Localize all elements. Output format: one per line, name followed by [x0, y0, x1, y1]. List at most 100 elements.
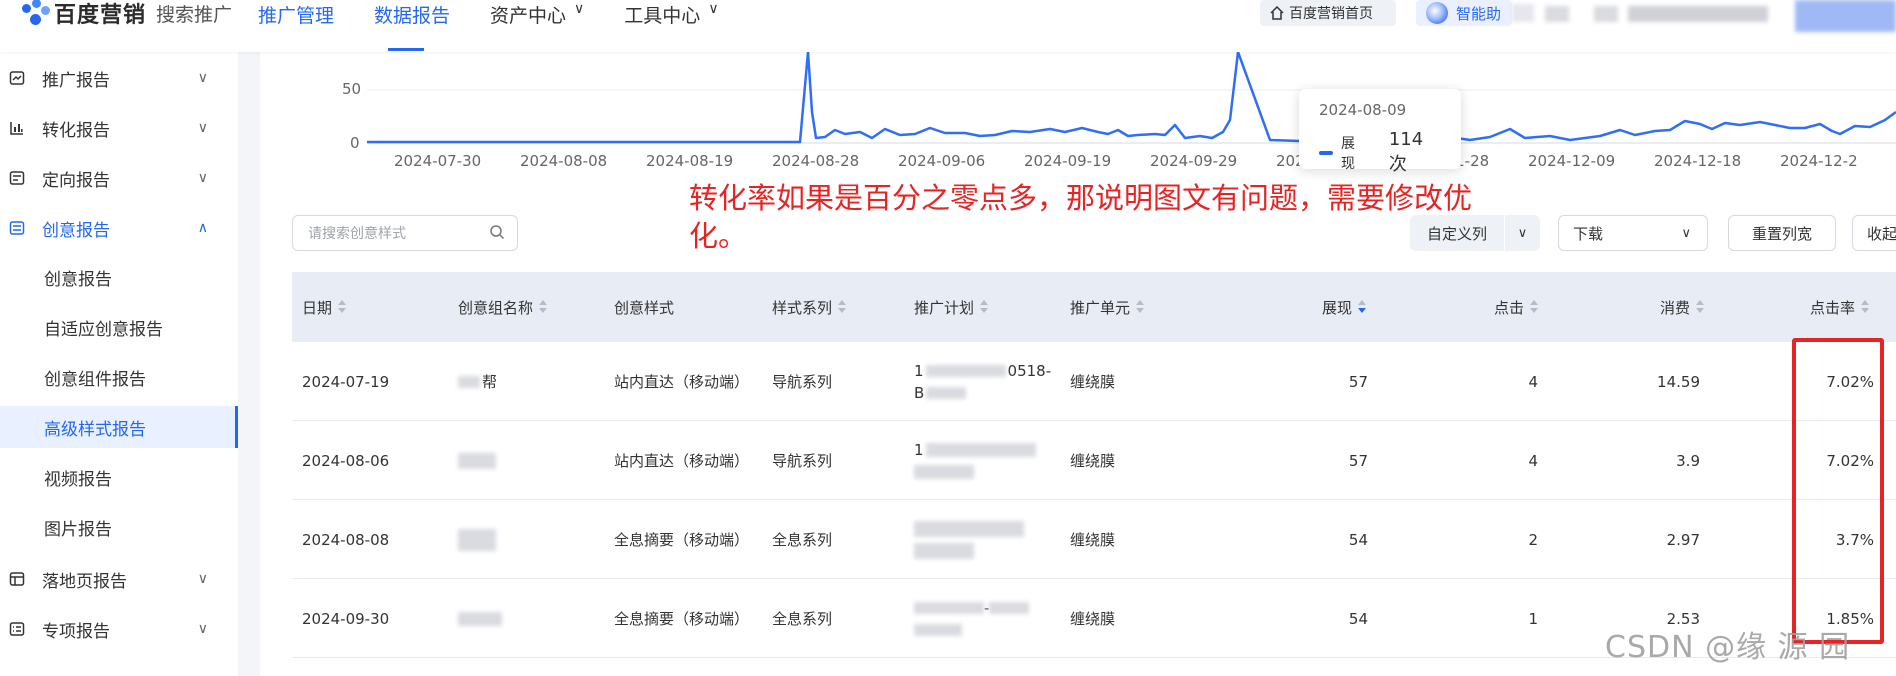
- redacted-text: [914, 542, 974, 559]
- sidebar-group-label: 创意报告: [42, 220, 110, 241]
- nav-promotion-management[interactable]: 推广管理: [258, 0, 334, 52]
- col-header-impressions[interactable]: 展现: [1322, 272, 1367, 342]
- cell-creative-group[interactable]: 帮: [458, 342, 497, 421]
- nav-label: 工具中心: [624, 5, 701, 27]
- cell-impressions: 54: [1348, 530, 1368, 549]
- cell-text: B: [914, 383, 925, 402]
- sidebar-item-creative-component-report[interactable]: 创意组件报告: [0, 356, 238, 398]
- sidebar-item-adaptive-creative-report[interactable]: 自适应创意报告: [0, 306, 238, 348]
- sort-icon[interactable]: [338, 300, 347, 314]
- cell-cost: 3.9: [1676, 451, 1700, 470]
- col-header-ctr[interactable]: 点击率: [1810, 272, 1870, 342]
- sidebar-group-promotion-report[interactable]: 推广报告 ∨: [0, 53, 238, 103]
- download-select[interactable]: 下载 ∨: [1558, 215, 1708, 251]
- sidebar-item-creative-report[interactable]: 创意报告: [0, 256, 238, 298]
- nav-data-report[interactable]: 数据报告: [374, 0, 450, 52]
- redacted-text: [925, 442, 1036, 457]
- cell-creative-group[interactable]: [458, 579, 502, 658]
- cell-clicks: 1: [1528, 609, 1538, 628]
- x-tick-label: 2024-12-18: [1654, 152, 1742, 170]
- baidu-marketing-logo[interactable]: 百度营销 搜索推广: [22, 0, 232, 28]
- sort-icon[interactable]: [1696, 300, 1705, 314]
- special-report-icon: [8, 620, 26, 638]
- chevron-down-icon: ∨: [708, 1, 719, 17]
- trend-chart: 50 0 2024-07-30 2024-08-08 2024-08-19 20…: [260, 52, 1896, 172]
- nav-label: 推广管理: [258, 5, 335, 27]
- baidu-marketing-home-button[interactable]: 百度营销首页: [1260, 0, 1396, 26]
- cell-campaign[interactable]: [914, 500, 1054, 579]
- collapse-chart-button[interactable]: 收起图: [1852, 215, 1896, 251]
- table-row[interactable]: 2024-08-06 站内直达（移动端） 导航系列 1 缠绕膜 57 4 3.9…: [292, 421, 1896, 500]
- creative-icon: [8, 219, 26, 237]
- cell-creative-group[interactable]: [458, 500, 496, 579]
- cell-creative-group[interactable]: [458, 421, 496, 500]
- redacted-text: [458, 528, 496, 551]
- cell-campaign[interactable]: 1: [914, 421, 1054, 500]
- col-header-creative-group[interactable]: 创意组名称: [458, 272, 548, 342]
- reset-column-width-button[interactable]: 重置列宽: [1728, 215, 1836, 251]
- col-header-style-series[interactable]: 样式系列: [772, 272, 847, 342]
- col-header-clicks[interactable]: 点击: [1494, 272, 1539, 342]
- sort-desc-icon[interactable]: [1358, 300, 1367, 314]
- sidebar-item-label: 创意组件报告: [44, 369, 146, 390]
- cell-ad-unit: 缠绕膜: [1070, 531, 1116, 549]
- col-header-ad-unit[interactable]: 推广单元: [1070, 272, 1145, 342]
- cell-clicks: 2: [1528, 530, 1538, 549]
- cell-impressions: 57: [1348, 372, 1368, 391]
- ai-assistant-button[interactable]: 智能助: [1416, 0, 1512, 26]
- x-tick-label: 2024-08-28: [772, 152, 860, 170]
- col-header-label: 创意样式: [614, 298, 675, 317]
- series-swatch: [1319, 150, 1333, 155]
- sidebar-group-landing-page-report[interactable]: 落地页报告 ∨: [0, 554, 238, 604]
- col-header-label: 推广单元: [1070, 298, 1131, 317]
- paw-logo-icon: [22, 0, 50, 25]
- col-header-label: 点击率: [1810, 298, 1856, 317]
- redacted-region: [1512, 4, 1534, 22]
- sort-icon[interactable]: [539, 300, 548, 314]
- nav-label: 数据报告: [374, 5, 451, 27]
- cell-ad-unit: 缠绕膜: [1070, 373, 1116, 391]
- sidebar-item-video-report[interactable]: 视频报告: [0, 456, 238, 498]
- cell-campaign[interactable]: -: [914, 579, 1054, 658]
- col-header-cost[interactable]: 消费: [1660, 272, 1705, 342]
- sort-icon[interactable]: [1861, 300, 1870, 314]
- redacted-text: [458, 611, 502, 626]
- redacted-text: [914, 464, 974, 479]
- cell-campaign[interactable]: 1 0518- B: [914, 342, 1054, 421]
- custom-columns-button[interactable]: 自定义列 ∨: [1410, 215, 1540, 251]
- sidebar-group-conversion-report[interactable]: 转化报告 ∨: [0, 103, 238, 153]
- search-icon[interactable]: [489, 224, 505, 240]
- bar-chart-icon: [8, 119, 26, 137]
- table-row[interactable]: 2024-08-08 全息摘要（移动端） 全息系列 缠绕膜 54 2 2.97 …: [292, 500, 1896, 579]
- sort-icon[interactable]: [980, 300, 989, 314]
- user-account-button[interactable]: [1795, 0, 1896, 32]
- sort-icon[interactable]: [1530, 300, 1539, 314]
- sort-icon[interactable]: [1136, 300, 1145, 314]
- target-icon: [8, 169, 26, 187]
- sidebar-group-special-report[interactable]: 专项报告 ∨: [0, 604, 238, 654]
- col-header-date[interactable]: 日期: [302, 272, 347, 342]
- nav-asset-center[interactable]: 资产中心 ∨: [490, 0, 584, 52]
- col-header-campaign[interactable]: 推广计划: [914, 272, 989, 342]
- sidebar-group-creative-report[interactable]: 创意报告 ∧: [0, 203, 238, 253]
- x-tick-label: 2024-09-19: [1024, 152, 1112, 170]
- chevron-down-icon[interactable]: ∨: [1505, 226, 1540, 241]
- table-row[interactable]: 2024-07-19 帮 站内直达（移动端） 导航系列 1 0518- B 缠绕膜…: [292, 342, 1896, 421]
- reset-width-label: 重置列宽: [1751, 224, 1812, 243]
- ai-assistant-icon: [1426, 2, 1448, 24]
- redacted-region: [1545, 6, 1569, 22]
- sidebar-item-advanced-style-report[interactable]: 高级样式报告: [0, 406, 238, 448]
- redacted-text: [458, 452, 496, 469]
- sidebar-group-label: 推广报告: [42, 70, 110, 91]
- nav-label: 资产中心: [490, 5, 567, 27]
- sidebar-group-targeting-report[interactable]: 定向报告 ∨: [0, 153, 238, 203]
- nav-tool-center[interactable]: 工具中心 ∨: [624, 0, 718, 52]
- nav-active-indicator: [388, 48, 424, 51]
- chevron-down-icon: ∨: [197, 170, 208, 186]
- home-icon: [1270, 6, 1284, 20]
- sidebar-item-image-report[interactable]: 图片报告: [0, 506, 238, 548]
- sort-icon[interactable]: [838, 300, 847, 314]
- creative-style-search-input[interactable]: 请搜索创意样式: [292, 215, 518, 251]
- cell-impressions: 54: [1348, 609, 1368, 628]
- x-tick-label: 2024-09-29: [1150, 152, 1238, 170]
